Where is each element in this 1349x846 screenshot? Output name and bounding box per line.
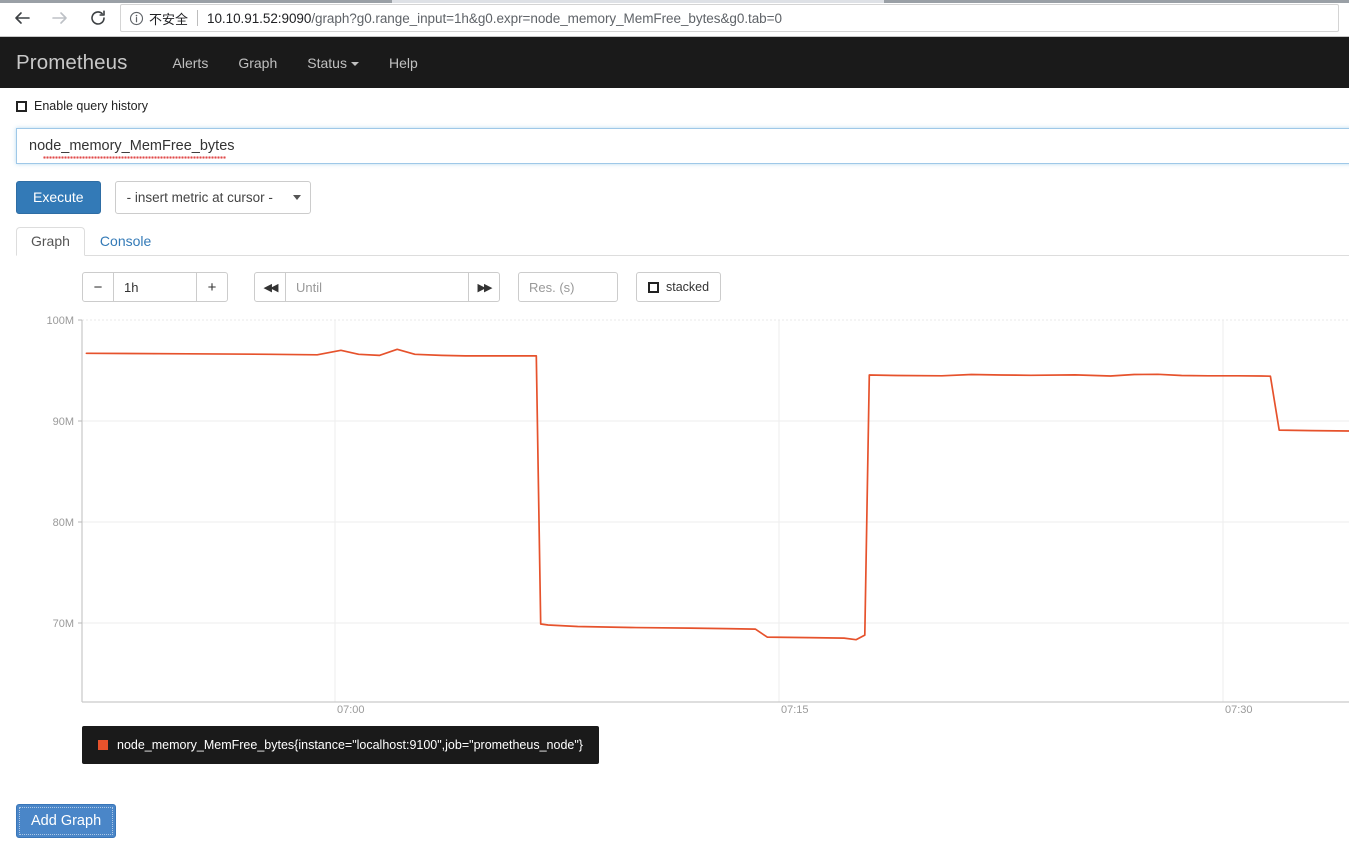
enable-query-history-checkbox[interactable] [16, 100, 27, 112]
series-line-node-memory-memfree-bytes [85, 348, 1349, 641]
legend-color-swatch [98, 740, 108, 750]
reload-icon [91, 10, 105, 25]
y-tick-1: 90M [53, 416, 74, 428]
forward-button[interactable] [44, 2, 76, 34]
range-group: − 1h + [82, 272, 228, 302]
chart-gridlines [82, 319, 1349, 702]
query-history-row: Enable query history [16, 99, 148, 113]
execute-button[interactable]: Execute [16, 181, 101, 214]
execute-row: Execute - insert metric at cursor - [16, 181, 311, 214]
range-decrease-button[interactable]: − [82, 272, 114, 302]
resolution-input[interactable]: Res. (s) [518, 272, 618, 302]
step-forward-button[interactable]: ▶▶ [468, 272, 500, 302]
enable-query-history-label: Enable query history [34, 99, 148, 113]
url-path: /graph?g0.range_input=1h&g0.expr=node_me… [311, 10, 782, 26]
url-host: 10.10.91.52:9090 [207, 10, 312, 26]
chart-legend[interactable]: node_memory_MemFree_bytes{instance="loca… [82, 726, 599, 764]
until-group: ◀◀ Until ▶▶ [254, 272, 500, 302]
nav-item-graph[interactable]: Graph [223, 55, 292, 71]
tab-console[interactable]: Console [85, 227, 166, 256]
y-tick-2: 80M [53, 517, 74, 529]
x-axis-tick-labels: 07:00 07:15 07:30 [337, 704, 1253, 716]
security-status-label: 不安全 [149, 12, 189, 28]
browser-tabstrip [0, 0, 1349, 3]
x-tick-0: 07:00 [337, 704, 365, 716]
chevron-down-icon [292, 195, 301, 200]
omnibox-divider [197, 10, 199, 26]
stacked-toggle[interactable]: stacked [636, 272, 722, 302]
tab-graph[interactable]: Graph [16, 227, 85, 256]
y-axis-tick-labels: 100M 90M 80M 70M [46, 315, 74, 630]
until-input[interactable]: Until [285, 272, 469, 302]
add-graph-button[interactable]: Add Graph [16, 804, 117, 838]
url-text: 10.10.91.52:9090/graph?g0.range_input=1h… [207, 11, 782, 26]
range-increase-button[interactable]: + [196, 272, 228, 302]
resolution-group: Res. (s) [518, 272, 618, 302]
nav-item-help[interactable]: Help [374, 55, 433, 71]
address-bar[interactable]: 不安全 10.10.91.52:9090/graph?g0.range_inpu… [120, 4, 1339, 32]
stacked-label: stacked [666, 280, 710, 294]
query-expression-input[interactable] [16, 128, 1349, 164]
browser-toolbar: 不安全 10.10.91.52:9090/graph?g0.range_inpu… [0, 0, 1349, 37]
nav-item-alerts[interactable]: Alerts [158, 55, 224, 71]
y-tick-3: 70M [53, 618, 74, 630]
prometheus-navbar: Prometheus Alerts Graph Status Help [0, 37, 1349, 88]
insert-metric-select[interactable]: - insert metric at cursor - [114, 181, 311, 214]
range-input[interactable]: 1h [113, 272, 197, 302]
x-tick-1: 07:15 [781, 704, 809, 716]
step-backward-button[interactable]: ◀◀ [254, 272, 286, 302]
legend-series-label: node_memory_MemFree_bytes{instance="loca… [117, 738, 583, 752]
reload-button[interactable] [82, 2, 114, 34]
chart-axes [78, 319, 1349, 703]
stacked-checkbox[interactable] [648, 281, 659, 293]
back-arrow-icon [15, 12, 30, 24]
y-tick-0: 100M [46, 315, 74, 327]
chevron-down-icon [350, 61, 359, 66]
metric-line-chart: 100M 90M 80M 70M 07:00 07:15 07:30 [46, 315, 1349, 716]
nav-item-status[interactable]: Status [292, 55, 374, 71]
graph-plot-area[interactable]: 100M 90M 80M 70M 07:00 07:15 07:30 [16, 310, 1349, 720]
graph-controls-toolbar: − 1h + ◀◀ Until ▶▶ Res. (s) stacked [82, 272, 722, 302]
brand-prometheus[interactable]: Prometheus [16, 51, 128, 75]
nav-item-status-label: Status [307, 54, 347, 71]
info-circle-icon[interactable] [129, 11, 144, 26]
insert-metric-select-value: - insert metric at cursor - [126, 190, 273, 205]
graph-console-tabs: Graph Console [16, 227, 1349, 256]
x-tick-2: 07:30 [1225, 704, 1253, 716]
back-button[interactable] [6, 2, 38, 34]
forward-arrow-icon [52, 12, 67, 24]
